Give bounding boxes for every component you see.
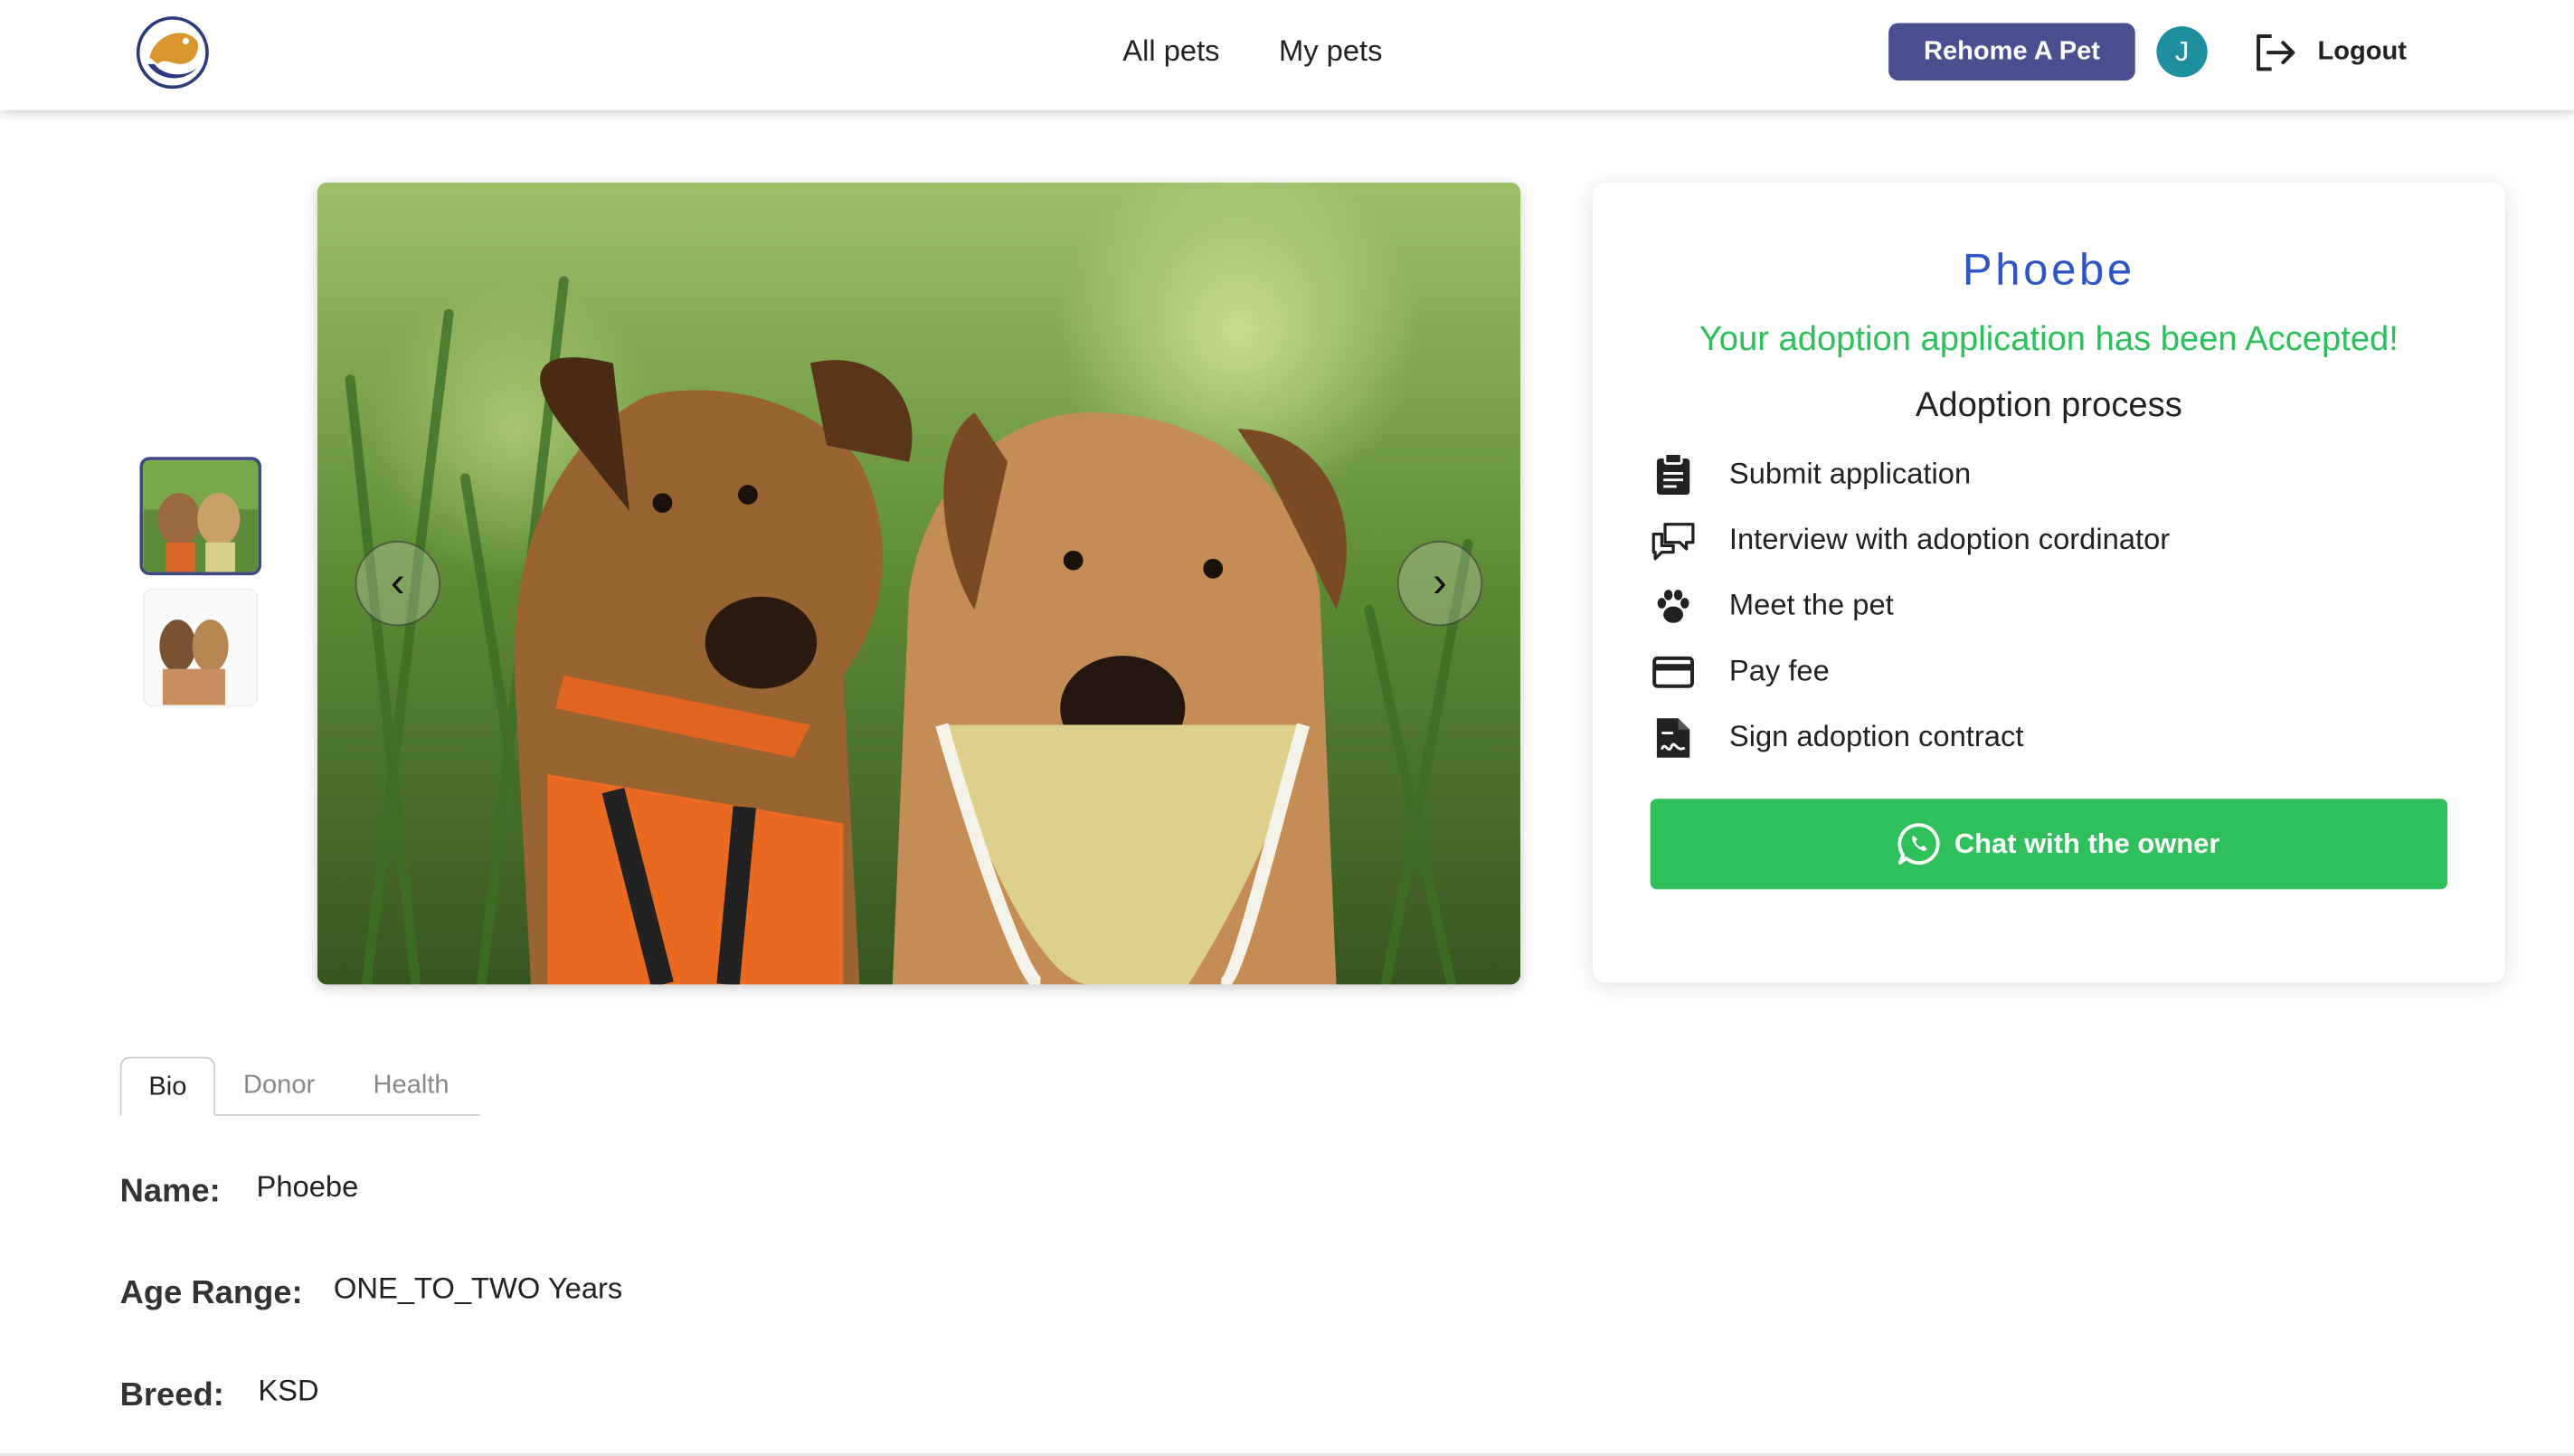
nav-my-pets[interactable]: My pets	[1279, 34, 1383, 69]
thumbnail-1[interactable]	[139, 457, 261, 576]
chat-button-label: Chat with the owner	[1954, 827, 2220, 860]
contract-icon	[1651, 715, 1697, 761]
nav-all-pets[interactable]: All pets	[1122, 34, 1219, 69]
pet-photo-carousel: ‹ ›	[317, 182, 1521, 985]
application-status: Your adoption application has been Accep…	[1699, 320, 2399, 359]
adoption-steps: Submit application Interview with adopti…	[1651, 442, 2170, 771]
step-interview: Interview with adoption cordinator	[1651, 508, 2170, 574]
paw-icon	[1651, 583, 1697, 629]
logo-icon[interactable]	[135, 14, 211, 90]
chat-bubbles-icon	[1651, 517, 1697, 563]
step-label: Interview with adoption cordinator	[1728, 522, 2171, 556]
step-label: Submit application	[1728, 457, 1972, 490]
step-label: Pay fee	[1728, 654, 1830, 687]
tab-donor[interactable]: Donor	[243, 1057, 315, 1116]
step-submit-application: Submit application	[1651, 442, 1971, 508]
details-tabs: Bio Donor Health	[119, 1056, 480, 1116]
logout-button[interactable]: Logout	[2317, 38, 2407, 68]
step-meet-pet: Meet the pet	[1651, 573, 1894, 639]
step-label: Sign adoption contract	[1728, 720, 2024, 753]
step-pay-fee: Pay fee	[1651, 639, 1830, 705]
carousel-next-button[interactable]: ›	[1396, 540, 1483, 627]
pet-photo	[317, 182, 1521, 985]
rehome-pet-button[interactable]: Rehome A Pet	[1888, 23, 2135, 81]
tab-health[interactable]: Health	[374, 1057, 450, 1116]
credit-card-icon	[1651, 649, 1697, 695]
whatsapp-icon	[1897, 823, 1940, 865]
bio-name-label: Name:	[119, 1173, 221, 1210]
tab-bio[interactable]: Bio	[119, 1056, 216, 1116]
step-label: Meet the pet	[1728, 588, 1894, 621]
adoption-process-title: Adoption process	[1915, 386, 2182, 424]
thumbnail-2[interactable]	[143, 588, 259, 707]
chat-with-owner-button[interactable]: Chat with the owner	[1650, 799, 2448, 890]
avatar[interactable]: J	[2156, 26, 2208, 78]
step-sign-contract: Sign adoption contract	[1651, 705, 2023, 771]
divider	[0, 1452, 2574, 1456]
pet-name: Phoebe	[1962, 244, 2135, 295]
clipboard-icon	[1651, 452, 1697, 498]
bio-name-value: Phoebe	[256, 1169, 359, 1204]
bio-age-value: ONE_TO_TWO Years	[333, 1272, 623, 1305]
bio-breed-label: Breed:	[119, 1376, 224, 1413]
bio-age-label: Age Range:	[119, 1275, 303, 1312]
carousel-prev-button[interactable]: ‹	[355, 540, 441, 627]
bio-breed-value: KSD	[258, 1374, 319, 1407]
adoption-card: Phoebe Your adoption application has bee…	[1593, 182, 2505, 983]
logout-icon[interactable]	[2254, 33, 2296, 72]
navbar: All pets My pets Rehome A Pet J Logout	[0, 0, 2574, 110]
